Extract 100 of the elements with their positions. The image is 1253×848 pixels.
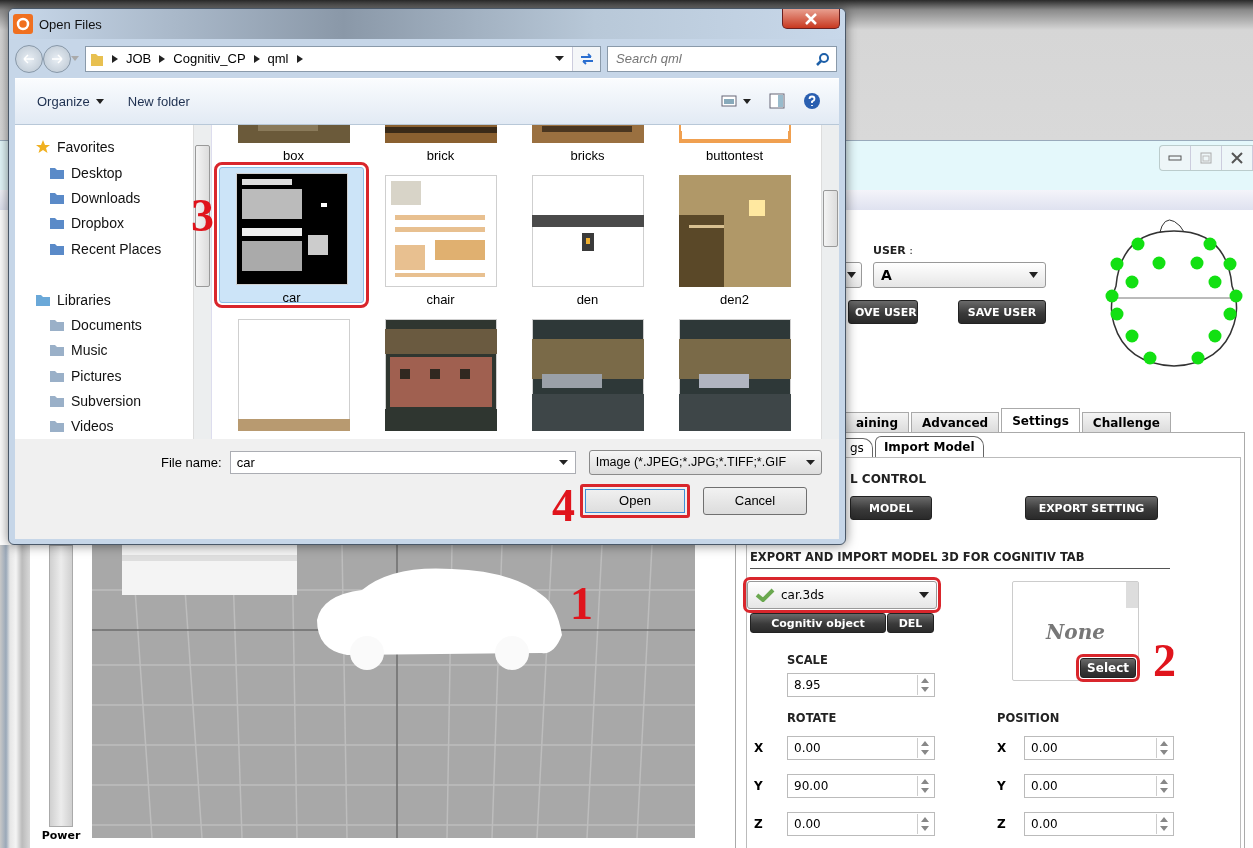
nav-item[interactable]: Downloads [15, 185, 193, 211]
spin-box[interactable]: 0.00 [1024, 774, 1174, 798]
annotation-number: 4 [552, 482, 575, 529]
section-title: L CONTROL [850, 472, 928, 486]
file-item[interactable]: buttontest [662, 124, 807, 161]
spin-box[interactable]: 0.00 [1024, 812, 1174, 836]
minimize-icon [1168, 155, 1182, 161]
address-bar[interactable]: JOB Cognitiv_CP qml [85, 45, 601, 72]
folder-icon [49, 418, 65, 435]
help-icon [803, 92, 821, 111]
nav-item[interactable]: Libraries [15, 287, 193, 313]
forward-button[interactable] [43, 44, 71, 73]
nav-item[interactable]: Dropbox [15, 210, 193, 236]
position-label: POSITION [997, 711, 1061, 725]
power-label: Power [41, 829, 81, 842]
section-title: EXPORT AND IMPORT MODEL 3D FOR COGNITIV TAB [750, 550, 1086, 564]
tab[interactable]: Settings [1001, 408, 1080, 432]
nav-item[interactable]: Subversion [15, 388, 193, 414]
spinner-icon [917, 776, 932, 796]
back-icon [23, 53, 35, 64]
rotate-label: ROTATE [787, 711, 838, 725]
folder-icon [49, 215, 65, 232]
object-type-button[interactable]: Cognitiv object [750, 613, 886, 633]
annotation-number: 1 [570, 581, 593, 627]
search-field[interactable]: Search qml [607, 45, 837, 72]
organize-menu[interactable]: Organize [29, 89, 112, 113]
nav-item[interactable]: Desktop [15, 160, 193, 186]
close-icon [1231, 152, 1243, 164]
breadcrumb[interactable]: JOB [126, 51, 152, 67]
scrollbar[interactable] [193, 124, 211, 439]
nav-item[interactable]: Favorites [15, 134, 193, 161]
file-item[interactable]: box [221, 124, 366, 161]
file-item[interactable]: den [515, 168, 660, 305]
file-item[interactable]: den2 [662, 168, 807, 305]
folder-icon [49, 317, 65, 334]
chevron-icon [296, 54, 303, 63]
spinner-icon [1156, 738, 1171, 758]
delete-button[interactable]: DEL [887, 613, 934, 633]
user-button[interactable]: OVE USER [848, 300, 918, 324]
caret-icon [95, 98, 104, 104]
breadcrumb[interactable]: Cognitiv_CP [173, 51, 246, 67]
spinner-icon [917, 738, 932, 758]
chevron-icon [112, 54, 118, 63]
tab[interactable]: Advanced [911, 412, 1000, 432]
nav-item[interactable]: Recent Places [15, 235, 193, 262]
folder-icon [49, 342, 65, 359]
chevron-icon [159, 54, 166, 63]
dialog-button[interactable]: Open [580, 483, 690, 518]
scale-label: SCALE [787, 653, 829, 667]
caret-icon [805, 459, 815, 465]
spinner-icon [1156, 814, 1171, 834]
caret-icon [846, 272, 856, 278]
file-name-field[interactable]: car [229, 450, 576, 474]
axis-label: X [997, 741, 1008, 755]
close-button[interactable] [782, 9, 840, 29]
window-title: Open Files [39, 16, 102, 32]
app-icon [13, 14, 33, 35]
user-label: USER : [873, 244, 915, 259]
spin-box[interactable]: 0.00 [787, 736, 935, 760]
tab[interactable]: Import Model [874, 436, 984, 457]
axis-label: Y [997, 779, 1007, 793]
spin-box[interactable]: 8.95 [787, 673, 935, 697]
forward-icon [51, 53, 63, 64]
nav-item[interactable]: Music [15, 337, 193, 363]
nav-item[interactable]: Documents [15, 312, 193, 338]
caret-icon [555, 56, 564, 62]
caret-icon [1029, 272, 1038, 278]
file-type-dropdown[interactable]: Image (*.JPEG;*.JPG;*.TIFF;*.GIF [588, 449, 822, 475]
action-button[interactable]: EXPORT SETTING [1025, 496, 1158, 520]
file-item[interactable]: brick [368, 124, 513, 161]
spin-box[interactable]: 0.00 [787, 812, 935, 836]
user-button[interactable]: SAVE USER [958, 300, 1046, 324]
spinner-icon [1156, 776, 1171, 796]
view-icon [721, 94, 751, 109]
spin-box[interactable]: 0.00 [1024, 736, 1174, 760]
tab[interactable]: Challenge [1081, 412, 1171, 432]
file-item[interactable]: chair [368, 168, 513, 305]
search-icon [816, 51, 830, 66]
action-button[interactable]: MODEL [850, 496, 932, 520]
dialog-button[interactable]: Cancel [703, 486, 807, 515]
file-item[interactable]: bricks [515, 124, 660, 161]
axis-label: Z [997, 817, 1007, 831]
axis-label: Z [753, 817, 764, 831]
back-button[interactable] [15, 44, 43, 73]
tab[interactable]: aining [845, 412, 909, 432]
annotation-number: 2 [1153, 638, 1176, 684]
caret-icon [71, 56, 79, 62]
refresh-button[interactable] [572, 46, 600, 71]
new-folder-button[interactable]: New folder [119, 89, 198, 113]
breadcrumb[interactable]: qml [267, 51, 289, 67]
pane-icon [769, 93, 785, 110]
axis-label: Y [753, 779, 764, 793]
spin-box[interactable]: 90.00 [787, 774, 935, 798]
close-icon [805, 12, 817, 25]
nav-item[interactable]: Pictures [15, 362, 193, 389]
scrollbar[interactable] [821, 124, 839, 439]
user-dropdown[interactable]: A [873, 262, 1046, 288]
nav-item[interactable]: Videos [15, 413, 193, 439]
caret-icon [558, 459, 568, 465]
maximize-icon [1200, 152, 1212, 164]
